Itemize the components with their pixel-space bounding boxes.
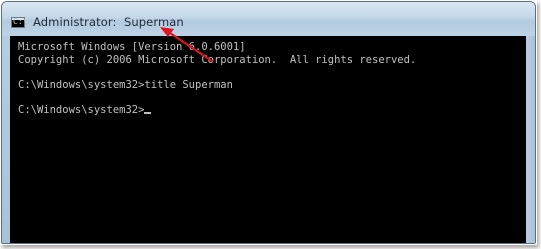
window-right-border bbox=[526, 36, 535, 243]
console-prompt-line[interactable]: C:\Windows\system32> bbox=[18, 104, 528, 117]
console-output[interactable]: Microsoft Windows [Version 6.0.6001] Cop… bbox=[10, 36, 528, 243]
console-line: C:\Windows\system32>title Superman bbox=[18, 78, 233, 91]
window-title: Administrator: Superman bbox=[33, 15, 184, 29]
cmd-prompt-icon[interactable]: C:\ bbox=[11, 17, 27, 28]
title-bar[interactable]: C:\ Administrator: Superman bbox=[2, 2, 535, 36]
console-prompt: C:\Windows\system32> bbox=[18, 103, 145, 116]
console-line: Copyright (c) 2006 Microsoft Corporation… bbox=[18, 53, 417, 66]
text-cursor bbox=[144, 111, 152, 114]
command-prompt-window: C:\ Administrator: Superman Microsoft Wi… bbox=[1, 1, 536, 244]
console-line: Microsoft Windows [Version 6.0.6001] bbox=[18, 41, 246, 53]
